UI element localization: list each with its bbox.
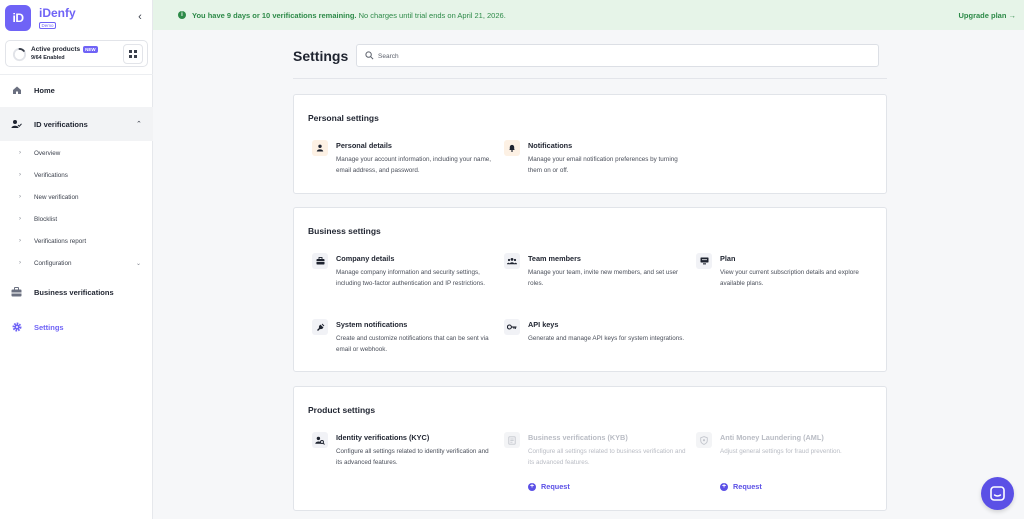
setting-title: Personal details xyxy=(336,141,392,150)
collapse-sidebar-chevron-left-icon[interactable]: ‹ xyxy=(134,11,146,23)
setting-title: API keys xyxy=(528,320,559,329)
setting-description: Manage company information and security … xyxy=(336,269,485,287)
chevron-down-icon: ⌄ xyxy=(136,260,142,267)
business-settings-title: Business settings xyxy=(308,226,381,236)
personal-settings-title: Personal settings xyxy=(308,113,379,123)
sub-item-verifications[interactable]: › Verifications xyxy=(0,164,153,186)
search-bar[interactable] xyxy=(356,44,879,67)
brand-tag: Demo xyxy=(39,22,56,29)
hand-bell-icon xyxy=(312,319,328,335)
new-badge: NEW xyxy=(83,46,98,53)
chevron-right-icon: › xyxy=(19,150,21,156)
brand-name: iDenfy xyxy=(39,6,76,20)
user-icon xyxy=(312,140,328,156)
briefcase-icon xyxy=(11,287,22,298)
chevron-right-icon: › xyxy=(19,216,21,222)
setting-description: Adjust general settings for fraud preven… xyxy=(720,448,842,455)
sub-item-label: Blocklist xyxy=(34,215,58,223)
request-kyb-button[interactable]: + Request xyxy=(528,482,570,491)
setting-title: Business verifications (KYB) xyxy=(528,433,628,442)
setting-description: View your current subscription details a… xyxy=(720,269,859,287)
header-divider xyxy=(293,78,887,79)
chevron-right-icon: › xyxy=(19,238,21,244)
search-icon xyxy=(365,51,374,60)
chevron-right-icon: › xyxy=(19,172,21,178)
users-icon xyxy=(504,253,520,269)
enabled-count: 9/64 Enabled xyxy=(31,55,65,61)
search-input[interactable] xyxy=(378,48,868,64)
document-icon xyxy=(504,432,520,448)
setting-description: Generate and manage API keys for system … xyxy=(528,335,685,342)
active-products-title: Active products xyxy=(31,46,81,53)
sub-item-overview[interactable]: › Overview xyxy=(0,142,153,164)
monitor-icon xyxy=(696,253,712,269)
nav-home-label: Home xyxy=(34,85,55,95)
sub-item-label: Configuration xyxy=(34,259,72,267)
personal-settings-card: Personal settings Personal details Manag… xyxy=(293,94,887,194)
sub-item-label: Overview xyxy=(34,149,61,157)
active-products-card[interactable]: Active products NEW 9/64 Enabled xyxy=(5,40,148,67)
sub-item-new-verification[interactable]: › New verification xyxy=(0,186,153,208)
setting-title: System notifications xyxy=(336,320,408,329)
sub-item-label: Verifications report xyxy=(34,237,87,245)
chat-icon xyxy=(990,486,1005,501)
user-check-icon xyxy=(11,119,22,130)
setting-description: Configure all settings related to identi… xyxy=(336,448,489,466)
setting-description: Manage your team, invite new members, an… xyxy=(528,269,679,287)
page-title: Settings xyxy=(293,48,349,64)
nav-settings-label: Settings xyxy=(34,322,64,332)
key-icon xyxy=(504,319,520,335)
bell-icon xyxy=(504,140,520,156)
briefcase-icon xyxy=(312,253,328,269)
upgrade-plan-link[interactable]: Upgrade plan → xyxy=(958,11,1016,20)
product-settings-card: Product settings Identity verifications … xyxy=(293,386,887,511)
logo-icon: iD xyxy=(5,5,31,31)
nav-id-verifications-label: ID verifications xyxy=(34,119,88,129)
setting-title: Notifications xyxy=(528,141,573,150)
info-icon: i xyxy=(178,11,186,19)
plus-circle-icon: + xyxy=(720,482,728,491)
setting-description: Create and customize notifications that … xyxy=(336,335,489,353)
product-settings-title: Product settings xyxy=(308,405,376,415)
chevron-up-icon: ⌃ xyxy=(136,121,142,128)
apps-grid-button[interactable] xyxy=(123,44,143,64)
nav-id-verifications[interactable]: ID verifications ⌃ xyxy=(0,107,153,141)
trial-banner-strong: You have 9 days or 10 verifications rema… xyxy=(192,10,357,20)
sub-item-label: Verifications xyxy=(34,171,68,179)
plus-circle-icon: + xyxy=(528,482,536,491)
grid-icon xyxy=(129,50,137,58)
request-label: Request xyxy=(733,482,762,491)
nav-settings[interactable]: Settings xyxy=(0,310,153,344)
setting-title: Plan xyxy=(720,254,736,263)
setting-description: Manage your account information, includi… xyxy=(336,156,492,174)
gear-icon xyxy=(11,322,22,333)
home-icon xyxy=(11,85,22,96)
sub-item-configuration[interactable]: › Configuration ⌄ xyxy=(0,252,153,274)
setting-title: Team members xyxy=(528,254,581,263)
nav-business-verifications[interactable]: Business verifications xyxy=(0,275,153,309)
nav-home[interactable]: Home xyxy=(0,73,153,107)
setting-title: Company details xyxy=(336,254,395,263)
business-settings-card: Business settings Company details Manage… xyxy=(293,207,887,372)
sub-item-verifications-report[interactable]: › Verifications report xyxy=(0,230,153,252)
setting-description: Configure all settings related to busine… xyxy=(528,448,686,466)
setting-title: Identity verifications (KYC) xyxy=(336,433,430,442)
setting-description: Manage your email notification preferenc… xyxy=(528,156,678,174)
shield-icon xyxy=(696,432,712,448)
trial-banner-text: No charges until trial ends on April 21,… xyxy=(356,10,506,20)
user-search-icon xyxy=(312,432,328,448)
sub-item-blocklist[interactable]: › Blocklist xyxy=(0,208,153,230)
request-label: Request xyxy=(541,482,570,491)
sub-item-label: New verification xyxy=(34,193,79,201)
setting-title: Anti Money Laundering (AML) xyxy=(720,433,824,442)
chat-support-button[interactable] xyxy=(981,477,1014,510)
request-aml-button[interactable]: + Request xyxy=(720,482,762,491)
sidebar: iD iDenfy Demo ‹ Active products NEW 9/6… xyxy=(0,0,153,519)
trial-banner: i You have 9 days or 10 verifications re… xyxy=(153,0,1024,30)
brand[interactable]: iD iDenfy Demo xyxy=(5,5,76,31)
progress-ring-icon xyxy=(12,47,27,62)
nav-business-verifications-label: Business verifications xyxy=(34,287,114,297)
chevron-right-icon: › xyxy=(19,194,21,200)
chevron-right-icon: › xyxy=(19,260,21,266)
